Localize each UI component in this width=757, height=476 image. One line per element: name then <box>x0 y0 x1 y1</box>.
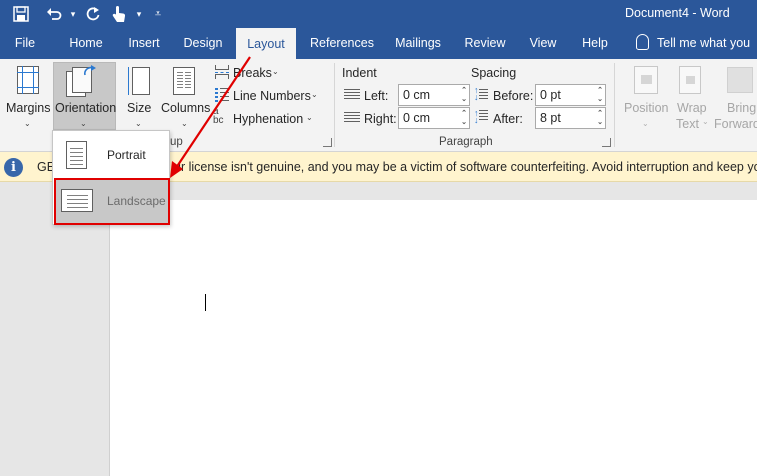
redo-icon[interactable] <box>82 3 104 25</box>
tab-references[interactable]: References <box>304 28 380 59</box>
menu-item-portrait[interactable]: Portrait <box>55 133 169 177</box>
ribbon-tabs: File Home Insert Design Layout Reference… <box>0 28 757 59</box>
infobar-message: ur license isn't genuine, and you may be… <box>174 160 757 174</box>
spin-up-icon[interactable]: ⌃ <box>461 109 467 117</box>
spacing-before-label: Before: <box>493 89 534 103</box>
tab-help[interactable]: Help <box>576 28 614 59</box>
info-icon: i <box>4 158 23 177</box>
line-numbers-icon <box>215 88 229 102</box>
chevron-down-icon: ⌄ <box>311 90 318 99</box>
indent-left-field[interactable]: 0 cm ⌃ ⌄ <box>398 84 470 106</box>
tab-insert[interactable]: Insert <box>120 28 168 59</box>
position-icon <box>634 66 658 94</box>
document-title: Document4 - Word <box>625 6 730 20</box>
indent-left-icon <box>344 89 360 101</box>
wrap-text-button[interactable]: Wrap <box>677 101 707 115</box>
spin-up-icon[interactable]: ⌃ <box>597 86 603 94</box>
chevron-down-icon: ⌄ <box>135 119 142 128</box>
spin-down-icon[interactable]: ⌄ <box>461 95 467 103</box>
chevron-down-icon: ⌄ <box>272 67 279 76</box>
breaks-icon <box>215 65 229 79</box>
spin-down-icon[interactable]: ⌄ <box>597 118 603 126</box>
hyphenation-button[interactable]: Hyphenation <box>233 112 303 126</box>
customize-qat-icon[interactable]: ⩡ <box>147 3 169 25</box>
tab-home[interactable]: Home <box>60 28 112 59</box>
wrap-text-icon <box>679 66 701 94</box>
chevron-down-icon: ⌄ <box>306 113 313 122</box>
spacing-before-value: 0 pt <box>540 88 561 102</box>
hyphenation-icon: a bc <box>213 106 224 126</box>
orientation-label: Orientation <box>55 101 117 115</box>
bring-forward-button[interactable]: Bring <box>727 101 756 115</box>
bring-forward-icon <box>727 67 753 93</box>
indent-right-label: Right: <box>364 112 397 126</box>
group-divider <box>334 63 335 147</box>
orientation-icon <box>66 65 96 97</box>
spacing-after-icon: ↑ ↓ <box>474 109 488 125</box>
spacing-before-icon: ↑ ↓ <box>474 86 488 102</box>
wrap-text-label-2: Text <box>676 117 699 131</box>
text-cursor <box>205 294 206 311</box>
size-button[interactable]: Size <box>127 101 151 115</box>
paragraph-group-label: Paragraph <box>439 136 493 148</box>
bring-forward-label-2: Forward <box>714 117 757 131</box>
line-numbers-button[interactable]: Line Numbers <box>233 89 311 103</box>
columns-icon[interactable] <box>173 67 195 95</box>
indent-right-field[interactable]: 0 cm ⌃ ⌄ <box>398 107 470 129</box>
spin-down-icon[interactable]: ⌄ <box>597 95 603 103</box>
chevron-down-icon: ⌄ <box>642 119 649 128</box>
paragraph-launcher-icon[interactable] <box>602 138 611 147</box>
tab-design[interactable]: Design <box>176 28 230 59</box>
indent-left-label: Left: <box>364 89 389 103</box>
undo-dropdown-icon[interactable]: ▾ <box>62 3 84 25</box>
tab-layout[interactable]: Layout <box>236 28 296 59</box>
indent-left-value: 0 cm <box>403 88 431 102</box>
chevron-down-icon: ⌄ <box>80 119 87 128</box>
save-icon[interactable] <box>10 3 32 25</box>
landscape-highlight-box <box>54 178 170 225</box>
spacing-after-field[interactable]: 8 pt ⌃ ⌄ <box>535 107 606 129</box>
touch-mode-icon[interactable] <box>108 3 130 25</box>
portrait-label: Portrait <box>107 148 146 162</box>
tab-file[interactable]: File <box>6 28 44 59</box>
breaks-button[interactable]: Breaks <box>233 66 272 80</box>
spacing-after-value: 8 pt <box>540 111 561 125</box>
chevron-down-icon: ⌄ <box>181 119 188 128</box>
indent-right-value: 0 cm <box>403 111 431 125</box>
tab-view[interactable]: View <box>524 28 562 59</box>
position-button[interactable]: Position <box>624 101 668 115</box>
size-icon[interactable] <box>128 67 150 95</box>
indent-title: Indent <box>342 66 377 80</box>
chevron-down-icon: ⌄ <box>702 117 709 126</box>
document-page[interactable] <box>110 200 757 476</box>
page-setup-launcher-icon[interactable] <box>323 138 332 147</box>
columns-button[interactable]: Columns <box>161 101 210 115</box>
indent-right-icon <box>344 112 360 124</box>
tab-review[interactable]: Review <box>460 28 510 59</box>
spin-up-icon[interactable]: ⌃ <box>461 86 467 94</box>
tell-me-search[interactable]: Tell me what you <box>636 28 750 59</box>
spacing-before-field[interactable]: 0 pt ⌃ ⌄ <box>535 84 606 106</box>
group-divider <box>614 63 615 147</box>
document-margin-area <box>0 182 110 476</box>
tab-mailings[interactable]: Mailings <box>388 28 448 59</box>
page-setup-group-label: up <box>170 136 183 148</box>
spacing-title: Spacing <box>471 66 517 80</box>
spin-up-icon[interactable]: ⌃ <box>597 109 603 117</box>
lightbulb-icon <box>636 34 649 50</box>
tell-me-label: Tell me what you <box>657 36 751 50</box>
spacing-after-label: After: <box>493 112 523 126</box>
title-bar: ▾ ▾ ⩡ Document4 - Word <box>0 0 757 28</box>
portrait-page-icon <box>66 141 87 169</box>
spin-down-icon[interactable]: ⌄ <box>461 118 467 126</box>
document-background <box>110 182 757 200</box>
